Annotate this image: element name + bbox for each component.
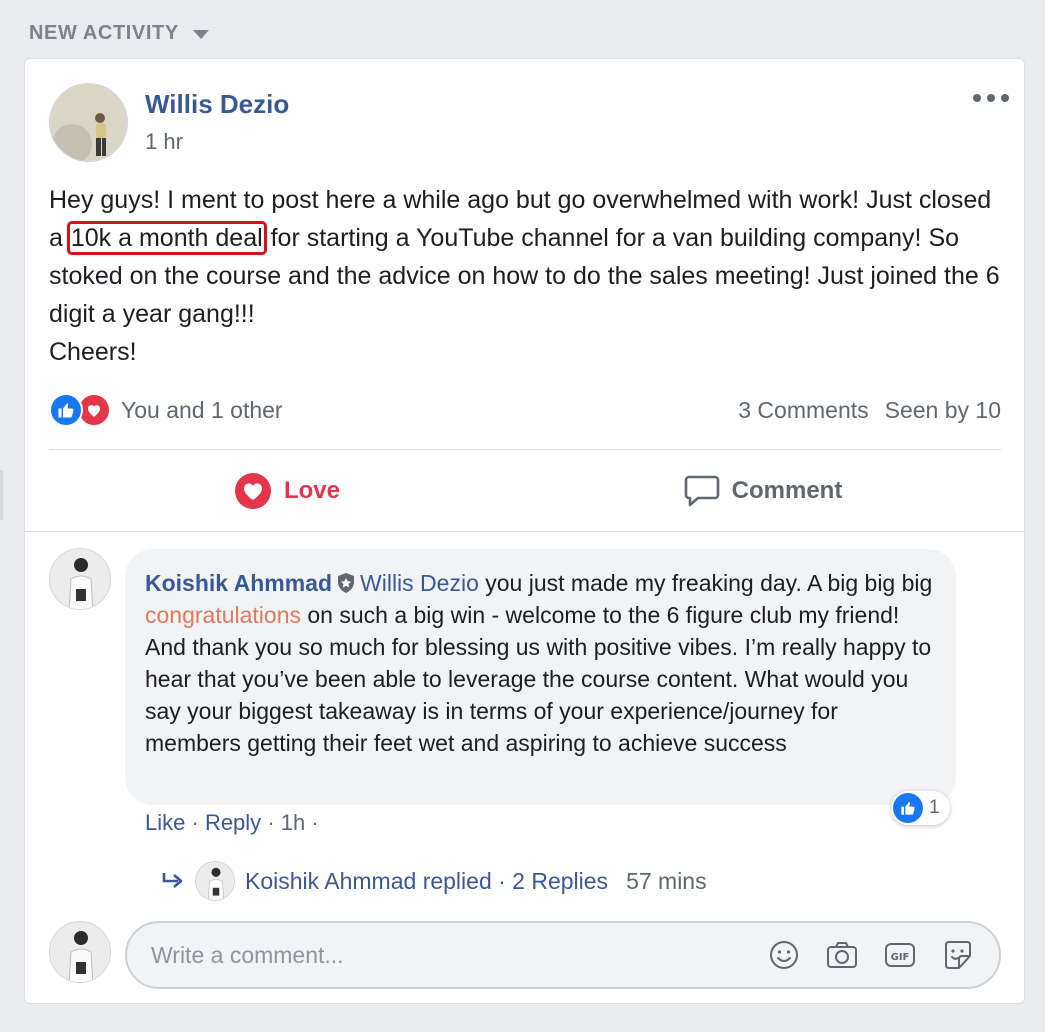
caret-down-icon xyxy=(192,30,209,39)
commenter-avatar[interactable] xyxy=(49,548,111,610)
comment-author-name[interactable]: Koishik Ahmmad xyxy=(145,570,332,596)
comment-label: Comment xyxy=(731,477,843,504)
highlighted-text: 10k a month deal xyxy=(66,221,267,255)
mention-link[interactable]: Willis Dezio xyxy=(360,570,479,596)
replies-text: Koishik Ahmmad replied · 2 Replies xyxy=(245,867,609,894)
separator: · xyxy=(267,810,275,835)
comment-composer: GIF xyxy=(125,921,1001,989)
author-avatar[interactable] xyxy=(49,83,128,162)
comment-time[interactable]: 1h xyxy=(281,810,305,835)
gif-icon[interactable]: GIF xyxy=(883,938,917,972)
composer-icons: GIF xyxy=(767,938,975,972)
comment-text: you just made my freaking day. A big big… xyxy=(478,570,933,596)
separator: · xyxy=(191,810,199,835)
comment-highlight-text: congratulations xyxy=(145,602,301,628)
section-title: NEW ACTIVITY xyxy=(29,22,179,44)
view-replies-link[interactable]: Koishik Ahmmad replied · 2 Replies 57 mi… xyxy=(161,859,707,903)
seen-by-link[interactable]: Seen by 10 xyxy=(885,397,1001,424)
reply-arrow-icon xyxy=(162,873,183,888)
comment-input[interactable] xyxy=(151,941,767,969)
speech-bubble-icon xyxy=(684,475,719,507)
comment-actions: Like · Reply · 1h · xyxy=(145,810,319,836)
replier-avatar xyxy=(195,861,235,901)
divider xyxy=(25,531,1024,532)
replies-time: 57 mins xyxy=(626,867,707,894)
comment-like-link[interactable]: Like xyxy=(145,810,185,835)
post-actions: Love Comment xyxy=(49,463,1001,519)
reactions-text: You and 1 other xyxy=(121,396,283,423)
svg-text:GIF: GIF xyxy=(891,952,910,963)
more-icon[interactable] xyxy=(973,89,1009,107)
current-user-avatar[interactable] xyxy=(49,921,111,983)
comment-like-count: 1 xyxy=(929,797,940,818)
love-button[interactable]: Love xyxy=(49,463,525,519)
separator: · xyxy=(311,810,319,835)
post-author-name[interactable]: Willis Dezio xyxy=(145,89,289,120)
comment-button[interactable]: Comment xyxy=(525,463,1001,519)
like-reaction-icon xyxy=(893,793,923,823)
comment-reaction-count[interactable]: 1 xyxy=(891,791,950,825)
post-timestamp[interactable]: 1 hr xyxy=(145,129,183,155)
camera-icon[interactable] xyxy=(825,938,859,972)
comment-reply-link[interactable]: Reply xyxy=(205,810,261,835)
badge-icon xyxy=(338,573,355,593)
like-reaction-icon xyxy=(49,393,83,427)
reactions-row: You and 1 other 3 Comments Seen by 10 xyxy=(49,393,1001,427)
post-body: Hey guys! I ment to post here a while ag… xyxy=(49,181,1009,371)
post-card: Willis Dezio 1 hr Hey guys! I ment to po… xyxy=(24,58,1025,1004)
post-stats: 3 Comments Seen by 10 xyxy=(738,397,1001,424)
divider xyxy=(49,449,1001,450)
heart-icon xyxy=(234,473,271,509)
post-text-end: Cheers! xyxy=(49,338,137,366)
comments-count-link[interactable]: 3 Comments xyxy=(738,397,868,424)
emoji-icon[interactable] xyxy=(767,938,801,972)
left-edge-tab xyxy=(0,470,3,520)
love-label: Love xyxy=(283,477,340,504)
sticker-icon[interactable] xyxy=(941,938,975,972)
section-header[interactable]: NEW ACTIVITY xyxy=(29,22,209,45)
reactions-summary[interactable]: You and 1 other xyxy=(49,393,283,427)
comment-bubble: Koishik Ahmmad Willis Dezio you just made… xyxy=(125,549,956,805)
